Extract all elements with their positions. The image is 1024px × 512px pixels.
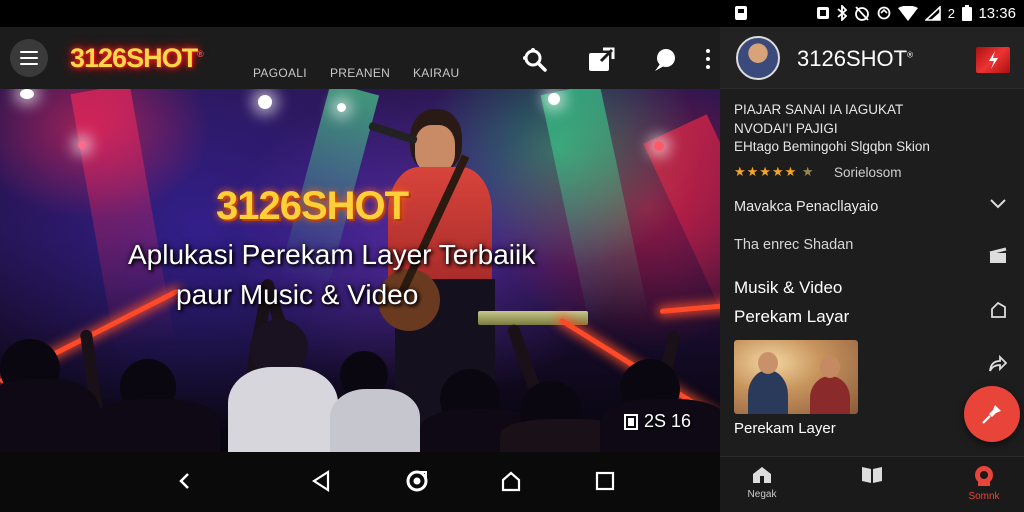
hero-title: 3126SHOT (216, 184, 409, 228)
system-nav-bar (0, 452, 720, 512)
battery-icon (962, 5, 972, 21)
feature-line-1: Musik & Video (734, 278, 843, 297)
app-bar: 3126SHOT® PAGOALI PREANEN KAIRAU (0, 27, 720, 89)
stage-light (654, 141, 664, 151)
alarm-icon (854, 6, 869, 21)
description-line-3: EHtago Bemingohi Slgqbn Skion (734, 139, 930, 154)
clapper-icon[interactable] (986, 244, 1010, 268)
top-black-bar (0, 0, 720, 27)
thumbnail-face (820, 356, 840, 378)
status-time: 13:36 (978, 5, 1016, 22)
signal-icon (924, 5, 941, 21)
pin-icon (982, 405, 1001, 424)
chat-icon[interactable] (650, 45, 680, 75)
stage-light (548, 93, 560, 105)
panel-brand: 3126SHOT® (797, 46, 913, 71)
crowd-body (228, 367, 338, 452)
right-panel: 2 13:36 3126SHOT® PIAJAR SANAI IA IAGUKA… (720, 0, 1024, 512)
singer-face (415, 125, 455, 173)
avatar[interactable] (736, 36, 780, 80)
crowd-body (0, 379, 100, 452)
crowd-body (90, 399, 220, 452)
stage-light (20, 89, 34, 99)
hero-subtitle-line-2: paur Music & Video (176, 279, 419, 310)
back-chevron-icon[interactable] (170, 466, 200, 496)
description-line-1: PIAJAR SANAI IA IAGUKAT (734, 102, 904, 117)
description-line-2: NVODAI'I PAJIGI (734, 121, 838, 136)
wifi-icon (897, 5, 918, 21)
back-triangle-icon[interactable] (306, 466, 336, 496)
rating-stars: ★★★★★ ★ (734, 164, 815, 179)
battery-label: 2 (947, 5, 955, 21)
home-icon (753, 467, 771, 483)
record-fab-button[interactable] (964, 386, 1020, 442)
light-beam (540, 89, 650, 330)
light-beam (70, 89, 175, 351)
bluetooth-icon (837, 5, 847, 21)
recents-icon[interactable] (590, 466, 620, 496)
bottom-nav-item-3[interactable]: Somnk (954, 465, 1014, 502)
menu-icon[interactable] (10, 39, 48, 77)
left-app: 3126SHOT® PAGOALI PREANEN KAIRAU 3126SHO… (0, 0, 720, 512)
nav-link-1[interactable]: PAGOALI (253, 66, 307, 80)
row-item-2[interactable]: Tha enrec Shadan (734, 237, 853, 253)
stage-light (258, 95, 272, 109)
bottom-nav-item-2[interactable] (842, 465, 902, 489)
chevron-down-icon[interactable] (986, 192, 1010, 216)
share-icon[interactable] (986, 352, 1010, 376)
thumbnail-face (758, 352, 778, 374)
stage-light (337, 103, 346, 112)
sim-icon (816, 7, 829, 19)
book-icon (862, 467, 882, 483)
hero-banner[interactable]: 3126SHOT Aplukasi Perekam Layer Terbaiik… (0, 89, 720, 452)
status-icons: 2 (816, 5, 972, 21)
gallery-icon (624, 413, 638, 430)
more-icon[interactable] (706, 49, 710, 69)
hero-counter: 2S 16 (624, 411, 691, 432)
flag-icon[interactable] (976, 47, 1010, 73)
record-icon (975, 466, 993, 486)
row-item-1[interactable]: Mavakca Penacllayaio (734, 199, 878, 215)
thumbnail-person (748, 370, 788, 414)
data-icon (877, 6, 891, 20)
panel-header: 3126SHOT® (720, 27, 1024, 89)
hero-subtitle-line-1: Aplukasi Perekam Layer Terbaiik (128, 239, 536, 270)
nav-link-3[interactable]: KAIRAU (413, 66, 459, 80)
brand-logo[interactable]: 3126SHOT® (70, 43, 204, 74)
bottom-nav: Negak Somnk (720, 456, 1024, 512)
status-bar: 2 13:36 (720, 0, 1024, 27)
crowd-body (330, 389, 420, 452)
upload-icon[interactable] (586, 45, 616, 75)
bottom-nav-label-1: Negak (747, 489, 777, 500)
rating-text: Sorielosom (834, 165, 902, 180)
home-icon[interactable] (496, 466, 526, 496)
nav-link-2[interactable]: PREANEN (330, 66, 390, 80)
bottom-nav-label-3: Somnk (968, 491, 1000, 502)
feature-line-2: Perekam Layar (734, 307, 850, 326)
video-thumbnail[interactable] (734, 340, 858, 414)
search-icon[interactable] (520, 45, 550, 75)
home-circle-icon[interactable] (402, 466, 432, 496)
notification-icon (734, 5, 748, 26)
hero-counter-text: 2S 16 (644, 411, 692, 431)
tag-icon[interactable] (986, 298, 1010, 322)
thumbnail-person (810, 376, 850, 414)
laser-beam (659, 302, 720, 314)
thumbnail-label: Perekam Layer (734, 420, 836, 437)
bottom-nav-item-1[interactable]: Negak (732, 465, 792, 500)
stage-light (78, 141, 86, 149)
